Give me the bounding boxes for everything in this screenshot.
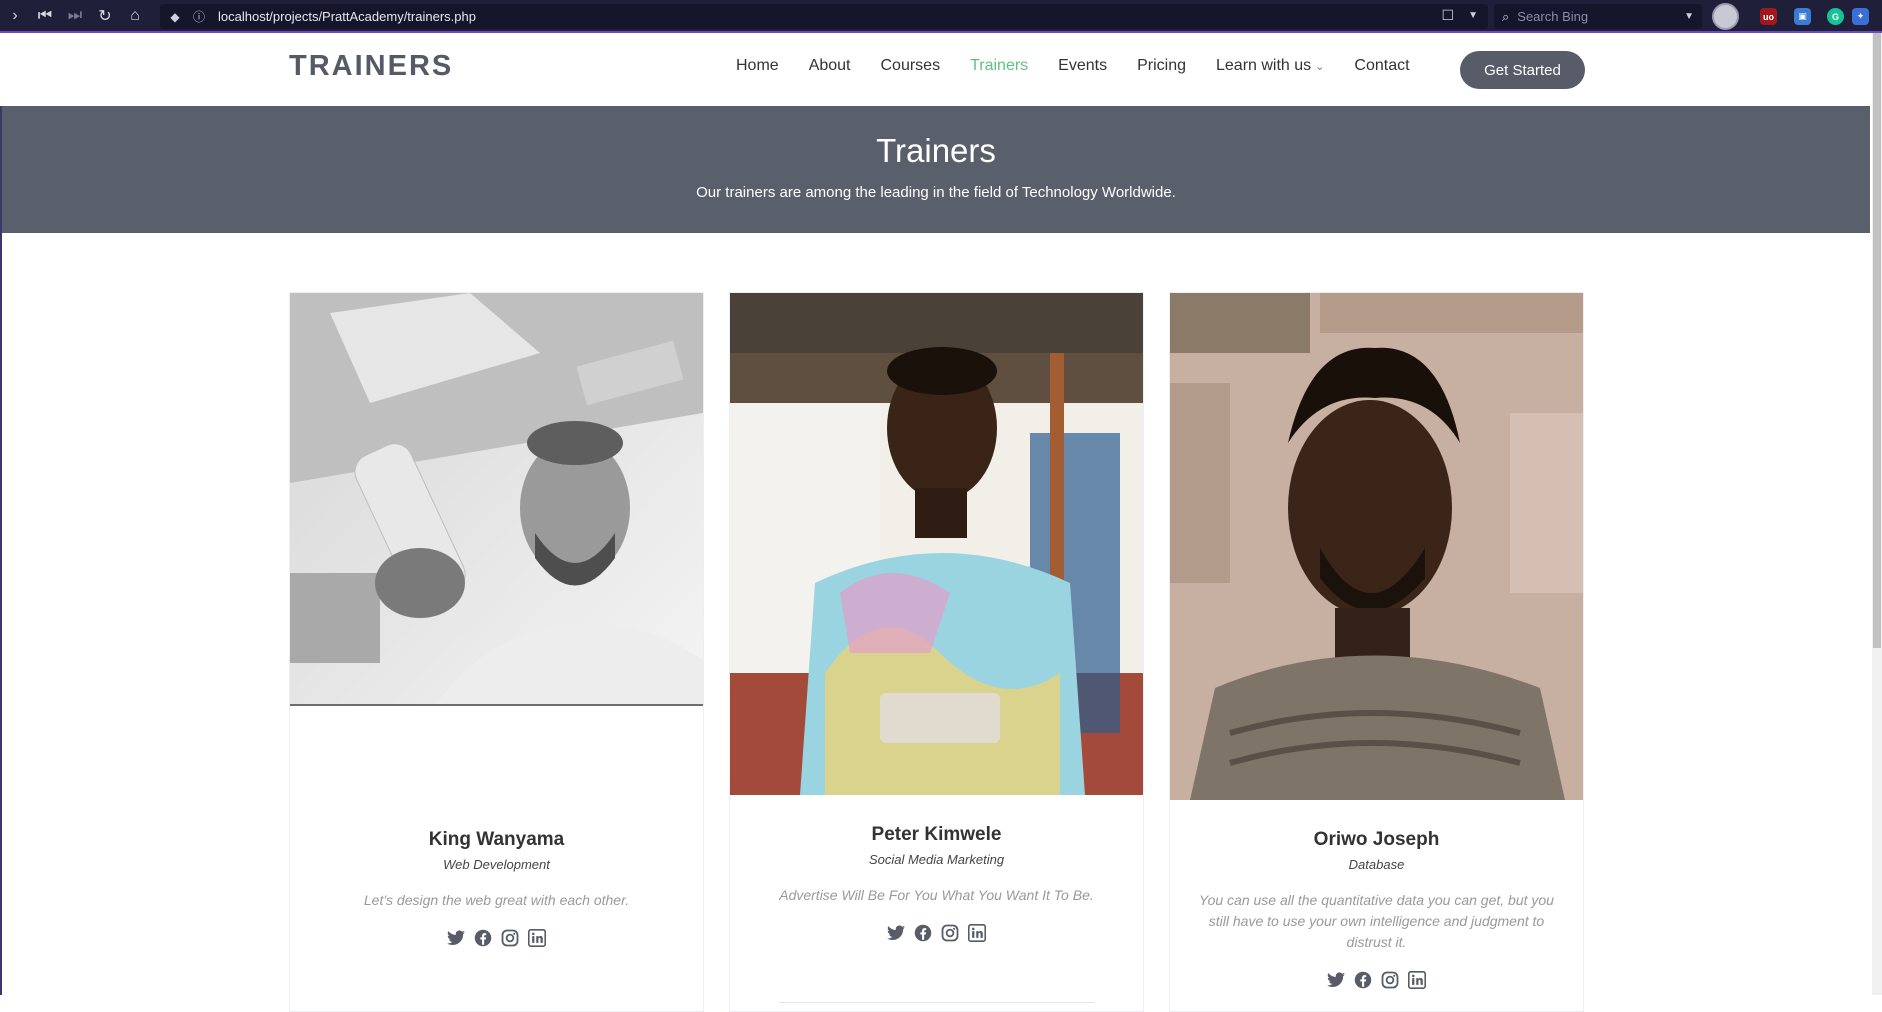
twitter-icon[interactable] xyxy=(887,924,905,942)
info-icon[interactable]: ⓘ xyxy=(190,8,208,25)
home-icon[interactable]: ⌂ xyxy=(120,0,150,32)
address-bar[interactable]: ◆ ⓘ localhost/projects/PrattAcademy/trai… xyxy=(160,4,1488,29)
chevron-down-icon: ⌄ xyxy=(1315,61,1325,73)
trainer-name: Peter Kimwele xyxy=(871,824,1002,845)
extension-icon[interactable]: ▣ xyxy=(1794,8,1811,25)
main-nav: Home About Courses Trainers Events Prici… xyxy=(736,57,1440,75)
trainer-name: King Wanyama xyxy=(428,829,565,850)
trainer-quote: Let's design the web great with each oth… xyxy=(363,892,630,908)
page-title: Trainers xyxy=(876,132,996,169)
page-hero: Trainers Our trainers are among the lead… xyxy=(2,106,1870,233)
nav-about[interactable]: About xyxy=(809,57,851,75)
get-started-button[interactable]: Get Started xyxy=(1460,51,1585,89)
nav-learn-with-us[interactable]: Learn with us ⌄ xyxy=(1216,57,1324,75)
nav-contact[interactable]: Contact xyxy=(1354,57,1409,75)
search-bing-input[interactable]: ⌕ Search Bing ▼ xyxy=(1494,4,1702,29)
back-icon[interactable]: ⏮ xyxy=(30,0,60,32)
trainer-info: Oriwo Joseph Database You can use all th… xyxy=(1170,829,1583,989)
nav-trainers[interactable]: Trainers xyxy=(970,57,1028,75)
trainer-role: Web Development xyxy=(443,857,550,872)
social-links xyxy=(1170,971,1583,989)
extension-puzzle-icon[interactable]: ✦ xyxy=(1852,8,1869,25)
bookmark-icon[interactable]: ☐ xyxy=(1442,7,1455,25)
trainer-card: Oriwo Joseph Database You can use all th… xyxy=(1169,292,1584,1012)
nav-learn-with-us-label: Learn with us xyxy=(1216,57,1312,74)
linkedin-icon[interactable] xyxy=(968,924,986,942)
sidebar-toggle-icon[interactable]: › xyxy=(0,0,30,32)
forward-icon[interactable]: ⏭ xyxy=(60,0,90,32)
site-header: TRAINERS Home About Courses Trainers Eve… xyxy=(0,33,1872,106)
social-links xyxy=(290,929,703,947)
facebook-icon[interactable] xyxy=(474,929,492,947)
nav-home[interactable]: Home xyxy=(736,57,779,75)
search-dropdown-icon[interactable]: ▼ xyxy=(1684,11,1694,22)
trainer-card: Peter Kimwele Social Media Marketing Adv… xyxy=(729,292,1144,1012)
nav-pricing[interactable]: Pricing xyxy=(1137,57,1186,75)
profile-avatar[interactable] xyxy=(1712,3,1739,30)
trainer-role: Social Media Marketing xyxy=(868,852,1005,867)
page-subtitle: Our trainers are among the leading in th… xyxy=(696,184,1176,201)
scrollbar-thumb[interactable] xyxy=(1873,33,1881,648)
card-divider xyxy=(779,1002,1094,1003)
trainer-card: King Wanyama Web Development Let's desig… xyxy=(289,292,704,1012)
ublock-extension-icon[interactable]: uo xyxy=(1760,8,1777,25)
nav-courses[interactable]: Courses xyxy=(881,57,941,75)
instagram-icon[interactable] xyxy=(941,924,959,942)
trainer-info: Peter Kimwele Social Media Marketing Adv… xyxy=(730,824,1143,1003)
twitter-icon[interactable] xyxy=(1327,971,1345,989)
facebook-icon[interactable] xyxy=(1354,971,1372,989)
nav-events[interactable]: Events xyxy=(1058,57,1107,75)
site-logo[interactable]: TRAINERS xyxy=(289,50,453,83)
reload-icon[interactable]: ↻ xyxy=(90,0,120,32)
instagram-icon[interactable] xyxy=(501,929,519,947)
shield-icon: ◆ xyxy=(170,9,180,24)
facebook-icon[interactable] xyxy=(914,924,932,942)
trainer-quote: Advertise Will Be For You What You Want … xyxy=(779,887,1094,903)
search-placeholder: Search Bing xyxy=(1517,9,1589,24)
trainer-role: Database xyxy=(1348,857,1405,872)
linkedin-icon[interactable] xyxy=(528,929,546,947)
twitter-icon[interactable] xyxy=(447,929,465,947)
search-icon: ⌕ xyxy=(1502,8,1510,24)
trainer-info: King Wanyama Web Development Let's desig… xyxy=(290,829,703,947)
dropdown-icon[interactable]: ▼ xyxy=(1468,7,1478,25)
grammarly-extension-icon[interactable]: G xyxy=(1827,8,1844,25)
trainer-photo xyxy=(290,293,703,706)
social-links xyxy=(730,924,1143,942)
instagram-icon[interactable] xyxy=(1381,971,1399,989)
trainer-photo xyxy=(730,293,1143,795)
trainer-name: Oriwo Joseph xyxy=(1313,829,1440,850)
trainer-photo xyxy=(1170,293,1583,800)
url-text: localhost/projects/PrattAcademy/trainers… xyxy=(218,9,476,24)
trainer-quote: You can use all the quantitative data yo… xyxy=(1199,892,1554,950)
linkedin-icon[interactable] xyxy=(1408,971,1426,989)
